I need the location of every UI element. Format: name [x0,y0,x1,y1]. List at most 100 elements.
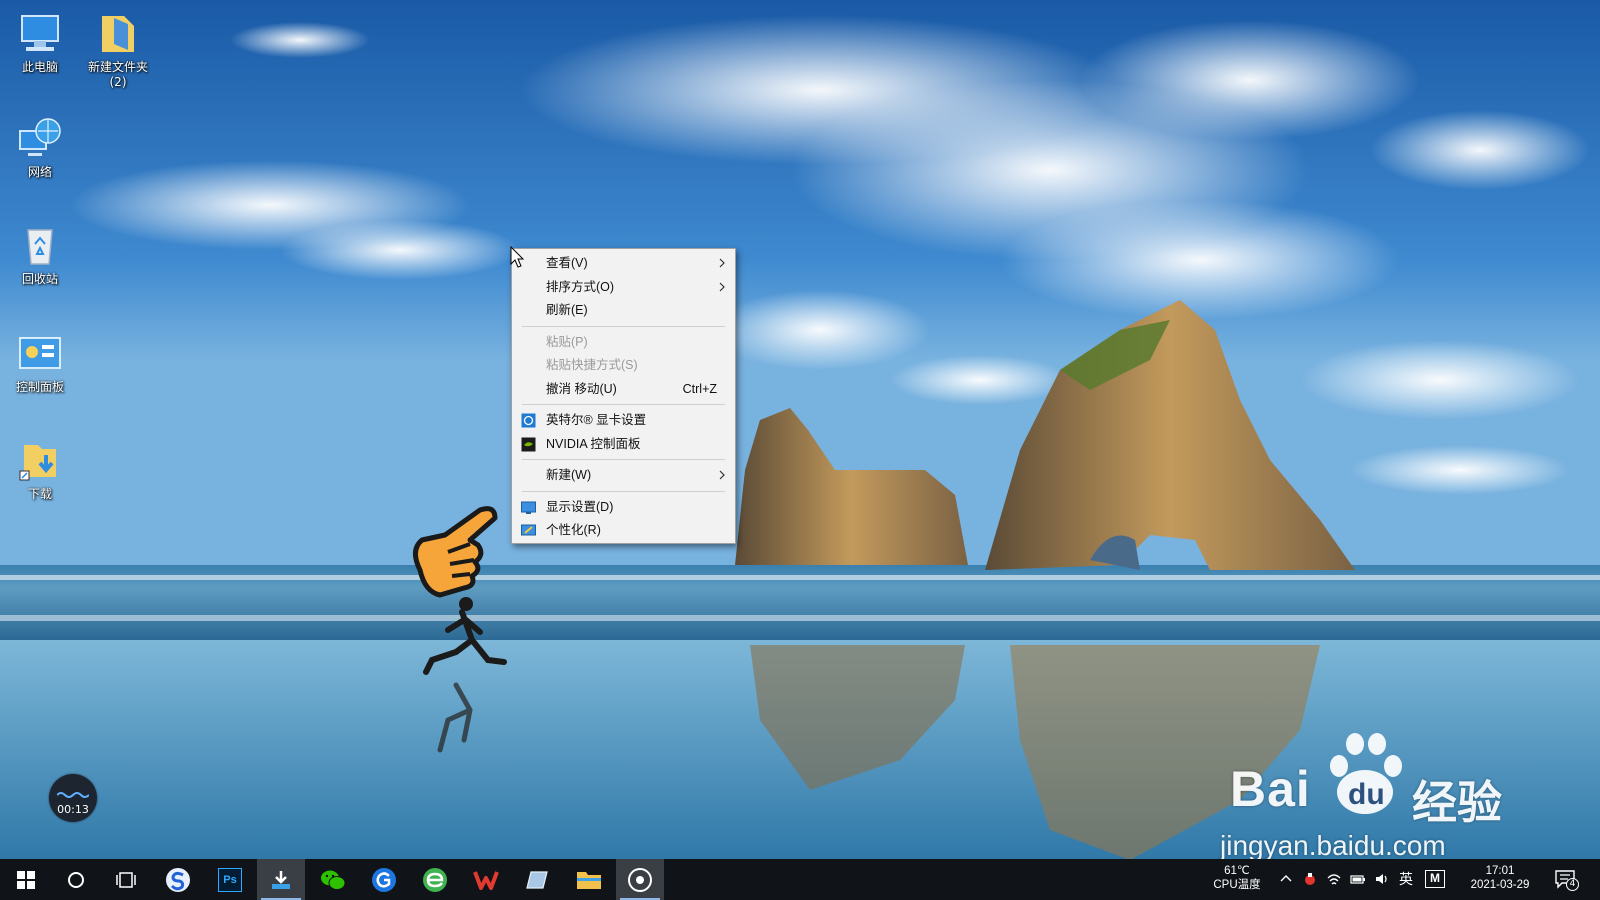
cortana-icon [68,871,84,888]
taskbar-app-recorder[interactable] [616,859,664,900]
desktop-icon-this-pc[interactable]: 此电脑 [2,10,78,75]
watermark-url: jingyan.baidu.com [1220,830,1446,861]
watermark-brand: Bai [1230,761,1311,817]
runner-figure [423,597,507,753]
recorder-icon [628,867,652,892]
menu-item-sort[interactable]: 排序方式(O) [512,276,735,300]
display-settings-icon [521,501,536,514]
wps-icon [473,870,499,890]
taskbar-app-notes[interactable] [513,859,561,900]
menu-item-label: 撤消 移动(U) [546,381,617,396]
clock-time: 17:01 [1485,865,1515,877]
menu-item-personalize[interactable]: 个性化(R) [512,519,735,543]
clock[interactable]: 17:01 2021-03-29 [1462,864,1538,892]
chevron-right-icon [719,470,725,480]
taskbar-app-file-explorer[interactable] [565,859,613,900]
menu-item-shortcut: Ctrl+Z [682,381,717,396]
menu-item-label: 排序方式(O) [546,279,615,294]
taskbar-app-download[interactable] [257,859,305,900]
input-method-indicator[interactable]: 英 [1396,872,1416,886]
network-icon [16,115,64,163]
menu-item-undo-move[interactable]: 撤消 移动(U) Ctrl+Z [512,378,735,402]
start-button[interactable] [2,859,50,900]
clock-date: 2021-03-29 [1470,879,1530,891]
menu-item-paste-shortcut: 粘贴快捷方式(S) [512,354,735,378]
personalize-icon [521,524,536,536]
taskbar-app-photoshop[interactable]: Ps [206,859,254,900]
ime-mode-indicator[interactable]: M [1425,870,1445,888]
menu-item-label: 粘贴(P) [546,334,588,349]
menu-item-label: 显示设置(D) [546,499,614,514]
timer-text: 00:13 [57,803,89,816]
file-explorer-icon [577,871,601,889]
menu-item-new[interactable]: 新建(W) [512,464,735,488]
desktop-icon-label: 新建文件夹 (2) [87,60,148,89]
volume-icon[interactable] [1374,871,1390,887]
mouse-cursor-icon [510,246,525,268]
wechat-icon [321,870,346,890]
taskbar-app-ie-green[interactable] [411,859,459,900]
menu-item-label: 查看(V) [546,256,588,270]
menu-item-label: 刷新(E) [546,303,588,317]
cortana-button[interactable] [52,859,100,900]
taskbar-app-wechat[interactable] [309,859,357,900]
menu-item-display-settings[interactable]: 显示设置(D) [512,496,735,520]
menu-item-label: NVIDIA 控制面板 [546,436,641,451]
desktop-icon-recycle-bin[interactable]: 回收站 [2,222,78,287]
battery-icon[interactable] [1350,871,1366,887]
nvidia-icon [521,437,536,451]
taskbar-app-wps[interactable] [462,859,510,900]
intel-graphics-icon [521,413,536,428]
cpu-temperature-widget[interactable]: 61℃ CPU温度 [1205,864,1269,892]
baidu-jingyan-watermark: Bai du 经验 jingyan.baidu.com [1220,730,1525,861]
menu-separator [522,490,725,492]
wifi-icon[interactable] [1326,871,1342,887]
desktop-icon-network[interactable]: 网络 [2,115,78,180]
menu-item-label: 个性化(R) [546,523,601,537]
desktop-icon-control-panel[interactable]: 控制面板 [2,330,78,395]
tray-app-red-icon[interactable] [1302,871,1318,887]
cpu-temp-value: 61℃ [1224,865,1250,877]
download-app-icon [272,870,290,889]
folder-icon [94,10,142,58]
ie-green-icon [423,867,447,892]
desktop-icon-new-folder[interactable]: 新建文件夹 (2) [80,10,156,90]
chevron-right-icon [719,282,725,291]
menu-item-label: 英特尔® 显卡设置 [546,413,647,427]
menu-separator [522,325,725,327]
control-panel-icon [16,330,64,378]
taskbar-app-browser[interactable] [360,859,408,900]
desktop-icon-label: 此电脑 [21,60,58,74]
browser-g-icon [372,867,396,892]
desktop-icon-downloads[interactable]: 下载 [2,437,78,502]
menu-separator [522,459,725,460]
desktop-context-menu: 查看(V) 排序方式(O) 刷新(E) 粘贴(P) 粘贴快捷方式(S) 撤消 移… [511,248,736,544]
desktop-icon-label: 回收站 [21,272,58,286]
desktop-icon-label: 下载 [27,487,52,501]
desktop-icon-label: 控制面板 [15,380,64,394]
menu-item-intel-graphics[interactable]: 英特尔® 显卡设置 [512,409,735,433]
taskbar: Ps 61℃ CPU温度 英 M 17:01 2021-03-29 4 [0,859,1600,900]
notification-count-badge: 4 [1566,878,1579,891]
watermark-du: du [1348,778,1385,811]
sogou-icon [166,867,190,892]
ime-mode-label: M [1430,871,1440,885]
menu-separator [522,404,725,405]
menu-item-label: 新建(W) [546,468,592,482]
desktop-icon-label: 网络 [27,165,52,179]
menu-item-refresh[interactable]: 刷新(E) [512,299,735,323]
wave-icon [57,792,89,798]
photoshop-label: Ps [223,873,237,886]
this-pc-icon [16,10,64,58]
menu-item-nvidia[interactable]: NVIDIA 控制面板 [512,433,735,457]
photoshop-icon: Ps [218,867,242,892]
chevron-right-icon [719,258,725,268]
action-center-button[interactable]: 4 [1552,867,1582,893]
task-view-button[interactable] [102,859,150,900]
taskbar-app-sogou[interactable] [154,859,202,900]
recycle-bin-icon [16,222,64,270]
downloads-folder-icon [16,437,64,485]
menu-item-view[interactable]: 查看(V) [512,252,735,276]
show-hidden-icons-chevron-icon[interactable] [1278,871,1294,887]
cpu-temp-label: CPU温度 [1213,879,1261,891]
